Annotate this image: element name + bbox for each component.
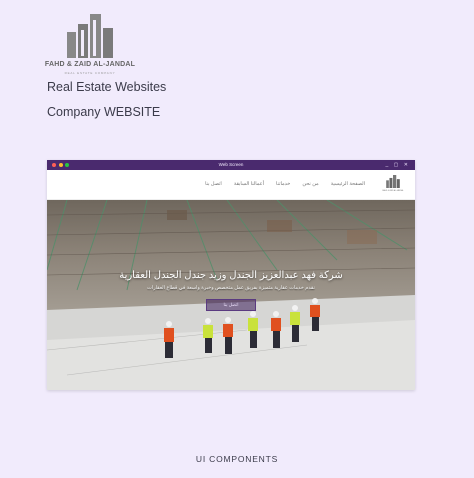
window-controls[interactable]: _ ▢ ✕ [386,160,410,170]
building-logo-icon [386,175,400,188]
nav-item-projects[interactable]: أعمالنا السابقة [234,181,264,187]
nav-links: الصفحة الرئيسية من نحن خدماتنا أعمالنا ا… [205,181,365,187]
nav-item-home[interactable]: الصفحة الرئيسية [331,181,365,187]
nav-item-services[interactable]: خدماتنا [276,181,290,187]
window-title: Web Screen [218,162,244,167]
building-logo-icon [67,14,113,58]
nav-logo-text: FAHD & ZAID AL-JANDAL [382,190,404,192]
website-preview-window: Web Screen _ ▢ ✕ FAHD & ZAID AL-JANDAL ا… [47,160,415,390]
construction-site-image [47,200,415,390]
hero-title: شركة فهد عبدالعزيز الجندل وزيد جندل الجن… [119,270,343,281]
close-dot-icon[interactable] [52,163,56,167]
minimize-dot-icon[interactable] [58,163,63,167]
footer-label: UI COMPONENTS [195,454,279,464]
window-titlebar: Web Screen _ ▢ ✕ [47,160,415,170]
nav-logo[interactable]: FAHD & ZAID AL-JANDAL [381,175,405,195]
brand-tagline: REAL ESTATE COMPANY [64,71,116,75]
nav-item-about[interactable]: من نحن [302,181,318,187]
hero-contact-button[interactable]: اتصل بنا [206,299,256,311]
site-navbar: FAHD & ZAID AL-JANDAL الصفحة الرئيسية من… [47,170,415,200]
hero-subtitle: نقدم خدمات عقارية متميزة بفريق عمل متخصص… [147,285,315,291]
heading-line-1: Real Estate Websites [47,80,167,94]
maximize-dot-icon[interactable] [65,163,69,167]
hero-banner: شركة فهد عبدالعزيز الجندل وزيد جندل الجن… [47,200,415,390]
window-dots [52,163,69,167]
nav-item-contact[interactable]: اتصل بنا [205,181,222,187]
heading-line-2: Company WEBSITE [47,105,161,119]
brand-name: FAHD & ZAID AL-JANDAL [44,61,136,68]
company-logo: FAHD & ZAID AL-JANDAL REAL ESTATE COMPAN… [44,14,136,75]
